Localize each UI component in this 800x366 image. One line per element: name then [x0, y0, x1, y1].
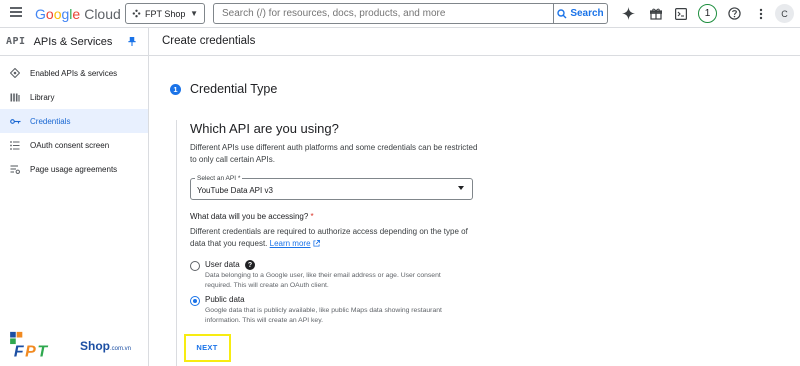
external-link-icon: [313, 239, 320, 247]
gemini-icon[interactable]: [620, 5, 637, 22]
sidebar-nav: Enabled APIs & services Library Credenti…: [0, 56, 148, 181]
search-bar: Search: [213, 3, 608, 24]
watermark-shop: Shop: [80, 339, 110, 353]
menu-icon[interactable]: [10, 7, 22, 17]
watermark-domain: .com.vn: [110, 346, 132, 352]
sidebar-item-label: Library: [30, 92, 55, 102]
sidebar-item-label: Page usage agreements: [30, 164, 118, 174]
sidebar-item-label: OAuth consent screen: [30, 140, 110, 150]
page-header: Create credentials: [149, 28, 800, 56]
api-select[interactable]: Select an API * YouTube Data API v3: [190, 175, 473, 200]
more-vert-icon[interactable]: [752, 5, 769, 22]
diamond-settings-icon: [0, 68, 30, 78]
api-question-heading: Which API are you using?: [190, 121, 339, 136]
api-logo-icon: API: [6, 36, 26, 47]
sidebar-item-page-usage[interactable]: Page usage agreements: [0, 157, 148, 181]
svg-text:F: F: [14, 343, 25, 360]
cloud-shell-icon[interactable]: [672, 5, 689, 22]
consent-icon: [0, 140, 30, 150]
sidebar-item-label: Enabled APIs & services: [30, 68, 118, 78]
next-button-highlight: NEXT: [184, 334, 231, 362]
project-picker[interactable]: FPT Shop ▼: [125, 3, 205, 24]
sidebar-item-library[interactable]: Library: [0, 85, 148, 109]
sidebar-item-credentials[interactable]: Credentials: [0, 109, 148, 133]
sidebar: API APIs & Services Enabled APIs & servi…: [0, 28, 149, 366]
next-button[interactable]: NEXT: [189, 339, 225, 356]
api-select-label: Select an API *: [195, 175, 243, 182]
public-data-radio[interactable]: [190, 296, 200, 306]
public-data-description: Google data that is publicly available, …: [205, 307, 442, 324]
search-button[interactable]: Search: [553, 4, 607, 23]
chevron-down-icon: ▼: [190, 9, 198, 18]
user-data-description: Data belonging to a Google user, like th…: [205, 272, 441, 289]
step-connector: [176, 120, 177, 366]
gift-icon[interactable]: [647, 5, 664, 22]
sidebar-item-oauth-consent[interactable]: OAuth consent screen: [0, 133, 148, 157]
google-cloud-logo[interactable]: Google Cloud: [35, 6, 121, 22]
step-number-badge: 1: [170, 84, 181, 95]
library-icon: [0, 93, 30, 102]
logo-wordmark: Google: [35, 6, 81, 22]
avatar[interactable]: C: [775, 4, 794, 23]
svg-text:T: T: [37, 343, 48, 360]
data-access-question: What data will you be accessing? *: [190, 212, 314, 221]
svg-text:P: P: [25, 343, 36, 360]
public-data-label: Public data: [205, 295, 245, 304]
page-title: Create credentials: [162, 35, 256, 47]
data-access-description: Different credentials are required to au…: [190, 226, 470, 249]
logo-product: Cloud: [84, 6, 121, 22]
search-input[interactable]: [222, 8, 552, 19]
project-icon: [132, 9, 141, 18]
help-icon[interactable]: [726, 5, 743, 22]
fpt-logo: F P T: [10, 331, 48, 360]
api-select-value: YouTube Data API v3: [197, 186, 273, 195]
pin-icon[interactable]: [128, 37, 136, 46]
sidebar-item-label: Credentials: [30, 116, 71, 126]
sidebar-header: API APIs & Services: [0, 28, 148, 56]
key-icon: [0, 118, 30, 125]
search-button-label: Search: [570, 8, 604, 19]
project-name: FPT Shop: [145, 8, 186, 19]
step-title: Credential Type: [190, 82, 278, 96]
top-bar: GoogleCloud FPT Shop ▼ Search 1 C: [0, 0, 800, 28]
sidebar-title: APIs & Services: [33, 35, 113, 48]
notifications-badge[interactable]: 1: [698, 4, 717, 23]
required-marker: *: [310, 212, 314, 221]
user-data-label: User data: [205, 260, 240, 269]
user-data-radio[interactable]: [190, 261, 200, 271]
sidebar-item-enabled-apis[interactable]: Enabled APIs & services: [0, 61, 148, 85]
search-icon: [557, 8, 567, 18]
dropdown-arrow-icon: [458, 186, 464, 190]
learn-more-link[interactable]: Learn more: [270, 239, 311, 248]
data-access-question-text: What data will you be accessing?: [190, 212, 309, 221]
data-access-description-text: Different credentials are required to au…: [190, 227, 468, 248]
api-question-description: Different APIs use different auth platfo…: [190, 143, 478, 164]
settings-list-icon: [0, 164, 30, 174]
help-icon[interactable]: ?: [245, 260, 255, 270]
fpt-shop-watermark: Shop.com.vn: [80, 339, 131, 353]
